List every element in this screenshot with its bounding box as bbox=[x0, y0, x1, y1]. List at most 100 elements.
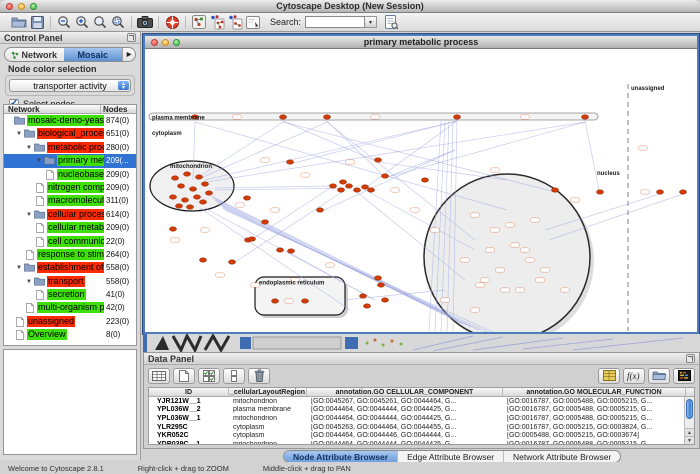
table-column-header[interactable]: annotation.GO CELLULAR_COMPONENT bbox=[307, 388, 503, 396]
zoom-in-icon[interactable] bbox=[73, 14, 91, 30]
tree-row[interactable]: ▼cellular process614(0) bbox=[4, 208, 136, 221]
tab-overflow-arrow-icon[interactable]: ▶ bbox=[122, 48, 135, 61]
float-panel-icon[interactable] bbox=[127, 33, 136, 42]
network-node[interactable] bbox=[679, 190, 686, 195]
save-session-icon[interactable] bbox=[28, 14, 46, 30]
import-attributes-folder-icon[interactable] bbox=[648, 368, 670, 384]
expand-triangle-icon[interactable]: ▼ bbox=[26, 278, 32, 286]
zoom-out-icon[interactable] bbox=[55, 14, 73, 30]
open-file-icon[interactable] bbox=[10, 14, 28, 30]
frame-close-icon[interactable] bbox=[151, 39, 158, 46]
table-column-header[interactable]: _cellularLayoutRegion bbox=[229, 388, 307, 396]
network-node[interactable] bbox=[656, 190, 663, 195]
layout-a-icon[interactable] bbox=[208, 14, 226, 30]
network-edge[interactable] bbox=[385, 150, 455, 178]
network-edge[interactable] bbox=[585, 121, 600, 194]
frame-minimize-icon[interactable] bbox=[162, 39, 169, 46]
network-node[interactable] bbox=[228, 260, 235, 265]
network-edge[interactable] bbox=[201, 122, 327, 178]
network-node[interactable] bbox=[193, 195, 200, 200]
network-edge[interactable] bbox=[283, 121, 378, 162]
network-node[interactable] bbox=[248, 237, 255, 242]
browser-tab[interactable]: Network Attribute Browser bbox=[503, 451, 620, 462]
tree-row[interactable]: cell communicat22(0) bbox=[4, 235, 136, 248]
network-node[interactable] bbox=[339, 180, 346, 185]
search-input[interactable] bbox=[305, 16, 365, 28]
network-frame-titlebar[interactable]: primary metabolic process bbox=[145, 36, 697, 49]
network-node[interactable] bbox=[374, 276, 381, 281]
tree-row[interactable]: multi-organism pro42(0) bbox=[4, 301, 136, 314]
expand-triangle-icon[interactable]: ▼ bbox=[36, 157, 42, 165]
network-node[interactable] bbox=[581, 115, 588, 120]
select-all-attributes-icon[interactable] bbox=[198, 368, 220, 384]
network-edge[interactable] bbox=[327, 121, 385, 177]
table-column-header[interactable]: annotation.GO MOLECULAR_FUNCTION bbox=[503, 388, 686, 396]
function-builder-icon[interactable]: f(x) bbox=[623, 368, 645, 384]
network-node[interactable] bbox=[243, 196, 250, 201]
scroll-up-icon[interactable]: ▲ bbox=[685, 428, 694, 436]
unselect-all-attributes-icon[interactable] bbox=[223, 368, 245, 384]
network-node[interactable] bbox=[316, 208, 323, 213]
node-color-dropdown[interactable]: transporter activity ▲▼ bbox=[9, 79, 131, 92]
frame-zoom-icon[interactable] bbox=[173, 39, 180, 46]
tree-row[interactable]: ▼transport558(0) bbox=[4, 275, 136, 288]
network-node[interactable] bbox=[323, 115, 330, 120]
expand-triangle-icon[interactable]: ▼ bbox=[16, 264, 22, 272]
network-node[interactable] bbox=[363, 304, 370, 309]
network-edge[interactable] bbox=[205, 121, 457, 180]
network-node[interactable] bbox=[181, 198, 188, 203]
expand-triangle-icon[interactable]: ▼ bbox=[26, 211, 32, 219]
tree-row[interactable]: ▼biological_process651(0) bbox=[4, 127, 136, 140]
table-column-header[interactable]: ID bbox=[149, 388, 229, 396]
network-node[interactable] bbox=[199, 258, 206, 263]
network-manager-icon[interactable] bbox=[190, 14, 208, 30]
network-node[interactable] bbox=[377, 283, 384, 288]
network-node[interactable] bbox=[175, 204, 182, 209]
network-node[interactable] bbox=[199, 200, 206, 205]
network-node[interactable] bbox=[301, 299, 308, 304]
delete-attribute-trash-icon[interactable] bbox=[248, 368, 270, 384]
browser-tab[interactable]: Node Attribute Browser bbox=[284, 451, 397, 462]
network-canvas[interactable]: plasma membrane cytoplasm mitochondrion … bbox=[145, 50, 697, 332]
network-node[interactable] bbox=[276, 248, 283, 253]
network-node[interactable] bbox=[287, 249, 294, 254]
network-node[interactable] bbox=[186, 205, 193, 210]
close-window-icon[interactable] bbox=[6, 3, 13, 10]
network-node[interactable] bbox=[551, 188, 558, 193]
tab-mosaic[interactable]: Mosaic bbox=[64, 48, 123, 61]
network-node[interactable] bbox=[596, 190, 603, 195]
table-row[interactable]: YPL036W__2plasma membrane[GO:0044464, GO… bbox=[149, 406, 694, 415]
network-node[interactable] bbox=[353, 188, 360, 193]
scrollbar-thumb[interactable] bbox=[686, 399, 693, 419]
attribute-select-icon[interactable] bbox=[148, 368, 170, 384]
network-node[interactable] bbox=[189, 187, 196, 192]
zoom-selected-icon[interactable] bbox=[109, 14, 127, 30]
network-node[interactable] bbox=[195, 175, 202, 180]
help-lifering-icon[interactable] bbox=[163, 14, 181, 30]
tree-row[interactable]: nitrogen compo209(0) bbox=[4, 181, 136, 194]
search-dropdown-icon[interactable]: ▾ bbox=[365, 16, 377, 28]
zoom-window-icon[interactable] bbox=[30, 3, 37, 10]
tree-row[interactable]: nucleobase-209(0) bbox=[4, 168, 136, 181]
search-options-icon[interactable] bbox=[382, 14, 400, 30]
expand-triangle-icon[interactable]: ▼ bbox=[26, 144, 32, 152]
network-node[interactable] bbox=[279, 115, 286, 120]
tree-row[interactable]: unassigned223(0) bbox=[4, 315, 136, 328]
attribute-table-icon[interactable] bbox=[598, 368, 620, 384]
create-attribute-icon[interactable] bbox=[173, 368, 195, 384]
snapshot-camera-icon[interactable] bbox=[136, 14, 154, 30]
table-row[interactable]: YJR121W__1mitochondrion[GO:0045267, GO:0… bbox=[149, 397, 694, 406]
tree-row[interactable]: ▼metabolic process280(0) bbox=[4, 141, 136, 154]
tree-row[interactable]: ▼primary metabol209(... bbox=[4, 154, 136, 167]
network-edge[interactable] bbox=[248, 186, 333, 242]
tree-row[interactable]: mosaic-demo-yeast874(0) bbox=[4, 114, 136, 127]
network-node[interactable] bbox=[374, 158, 381, 163]
network-edge[interactable] bbox=[195, 122, 507, 210]
network-node[interactable] bbox=[177, 184, 184, 189]
network-node[interactable] bbox=[359, 294, 366, 299]
network-node[interactable] bbox=[329, 184, 336, 189]
network-edge[interactable] bbox=[385, 122, 585, 178]
tab-network[interactable]: Network bbox=[5, 48, 64, 61]
network-node[interactable] bbox=[169, 227, 176, 232]
tree-row[interactable]: macromolecule311(0) bbox=[4, 194, 136, 207]
